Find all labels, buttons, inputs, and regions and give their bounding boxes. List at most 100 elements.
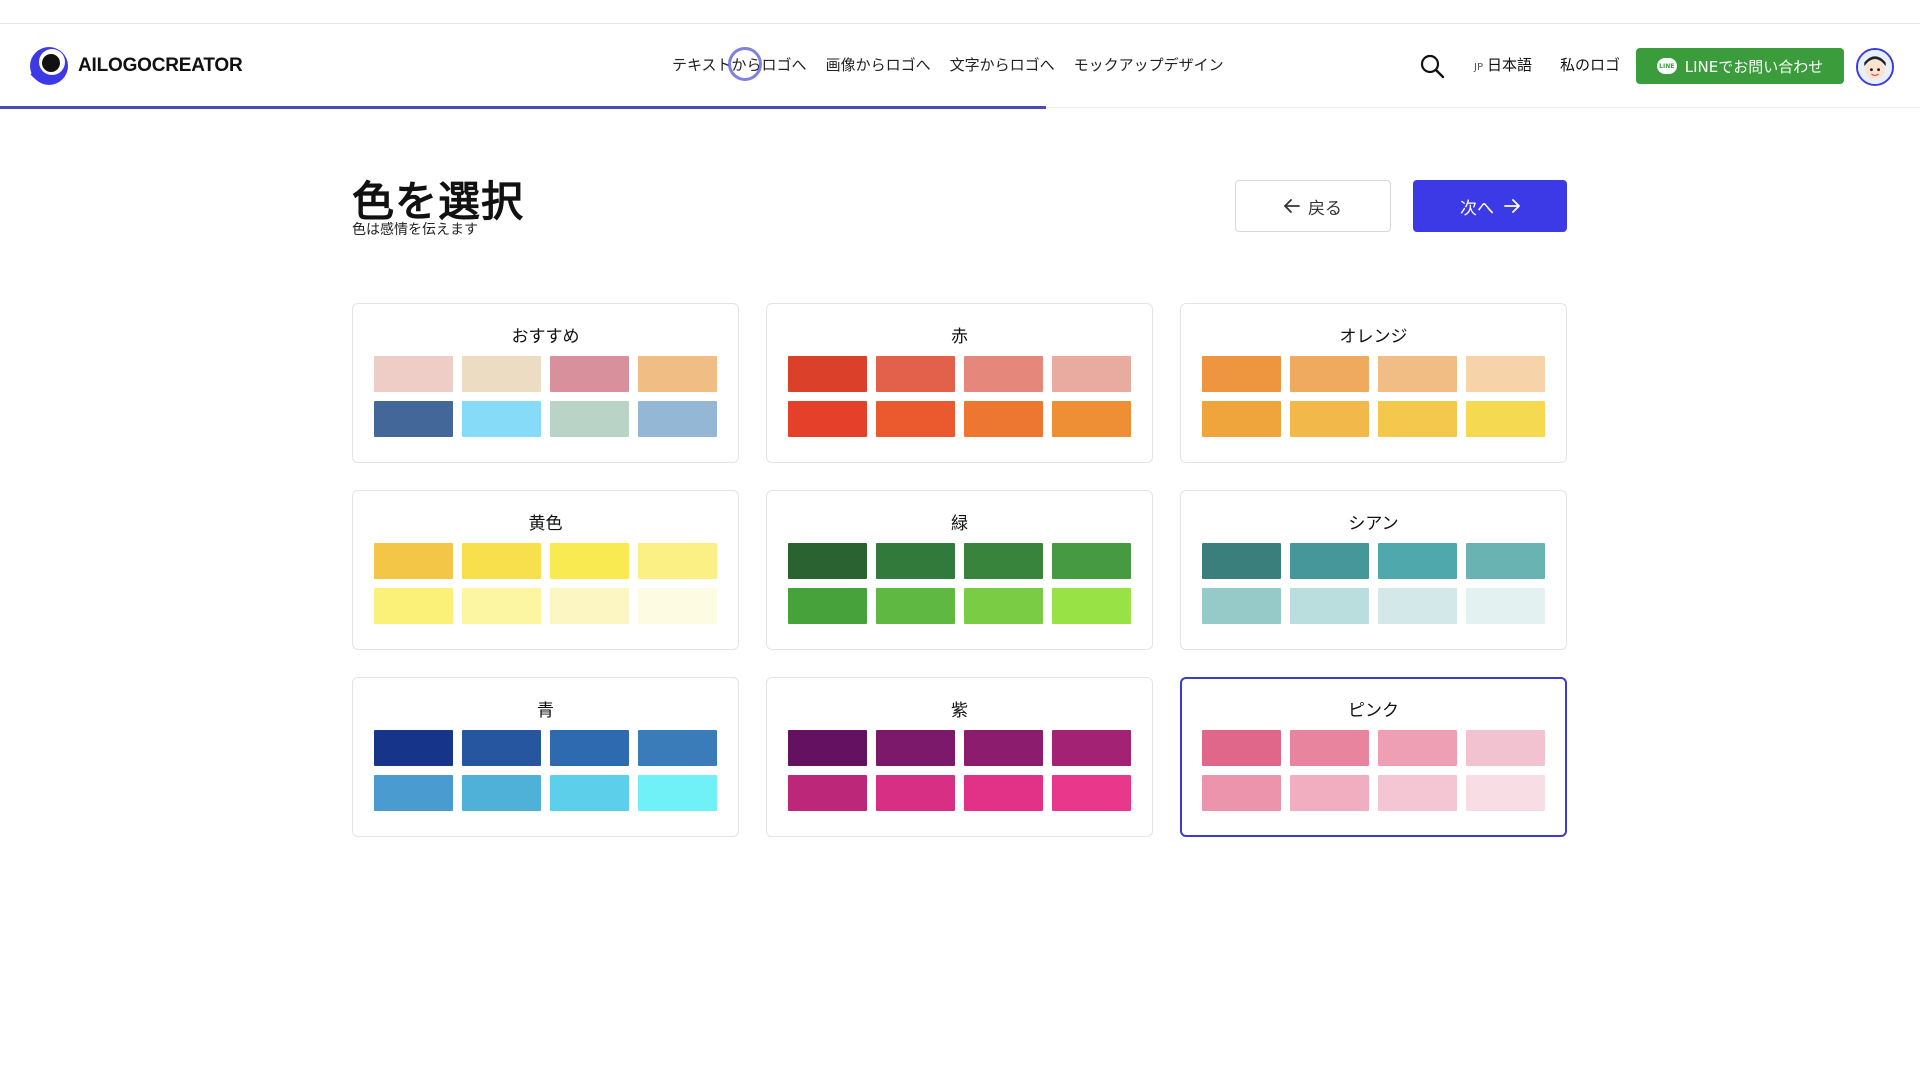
color-swatch — [876, 730, 955, 766]
language-switcher[interactable]: JP 日本語 — [1474, 54, 1532, 75]
color-swatch — [1378, 730, 1457, 766]
palette-swatches — [1202, 730, 1545, 811]
color-swatch — [964, 588, 1043, 624]
color-swatch — [374, 401, 453, 437]
palette-swatches — [374, 543, 717, 624]
color-swatch — [638, 543, 717, 579]
palette-card[interactable]: 赤 — [766, 303, 1153, 463]
palette-card[interactable]: 緑 — [766, 490, 1153, 650]
color-swatch — [788, 356, 867, 392]
color-swatch — [374, 775, 453, 811]
color-swatch — [964, 356, 1043, 392]
color-swatch — [462, 775, 541, 811]
color-swatch — [1378, 401, 1457, 437]
color-swatch — [1202, 588, 1281, 624]
color-swatch — [1202, 401, 1281, 437]
color-swatch — [1290, 775, 1369, 811]
palette-grid: おすすめ 赤 オレンジ黄色 緑 シアン青 紫 ピンク — [352, 303, 1567, 837]
site-logo[interactable]: AILOGOCREATOR — [26, 42, 243, 90]
palette-card-title: 赤 — [951, 327, 968, 347]
color-swatch — [1378, 543, 1457, 579]
nav-letter-to-logo[interactable]: 文字からロゴへ — [950, 54, 1055, 78]
palette-card[interactable]: シアン — [1180, 490, 1567, 650]
back-button-label: 戻る — [1308, 198, 1342, 219]
back-button[interactable]: 戻る — [1235, 180, 1391, 232]
language-code: JP — [1474, 62, 1483, 73]
color-swatch — [462, 401, 541, 437]
color-swatch — [1052, 356, 1131, 392]
color-swatch — [1378, 356, 1457, 392]
color-swatch — [964, 730, 1043, 766]
color-swatch — [462, 730, 541, 766]
color-swatch — [1466, 356, 1545, 392]
color-swatch — [638, 401, 717, 437]
color-swatch — [550, 775, 629, 811]
page-subtitle: 色は感情を伝えます — [352, 222, 478, 238]
palette-card[interactable]: 紫 — [766, 677, 1153, 837]
palette-card[interactable]: おすすめ — [352, 303, 739, 463]
palette-swatches — [374, 356, 717, 437]
color-swatch — [876, 588, 955, 624]
nav-image-to-logo[interactable]: 画像からロゴへ — [826, 54, 931, 78]
palette-card-title: オレンジ — [1339, 327, 1408, 347]
color-swatch — [638, 775, 717, 811]
palette-card-title: 青 — [537, 701, 554, 721]
color-swatch — [876, 356, 955, 392]
color-swatch — [964, 775, 1043, 811]
user-avatar[interactable] — [1856, 48, 1894, 86]
palette-card-title: ピンク — [1348, 701, 1399, 721]
color-swatch — [1202, 730, 1281, 766]
color-swatch — [1202, 775, 1281, 811]
color-swatch — [462, 356, 541, 392]
palette-swatches — [788, 730, 1131, 811]
color-swatch — [788, 775, 867, 811]
color-swatch — [550, 588, 629, 624]
color-swatch — [1202, 356, 1281, 392]
color-swatch — [1290, 543, 1369, 579]
palette-swatches — [1202, 543, 1545, 624]
color-swatch — [638, 356, 717, 392]
line-chat-icon: LINE — [1656, 58, 1677, 74]
color-swatch — [550, 401, 629, 437]
color-swatch — [374, 356, 453, 392]
palette-swatches — [788, 543, 1131, 624]
next-button[interactable]: 次へ — [1413, 180, 1567, 232]
color-swatch — [1378, 588, 1457, 624]
search-icon[interactable] — [1418, 52, 1446, 80]
palette-card[interactable]: 黄色 — [352, 490, 739, 650]
color-swatch — [550, 543, 629, 579]
color-swatch — [876, 775, 955, 811]
palette-card-title: 緑 — [951, 514, 968, 534]
palette-card[interactable]: 青 — [352, 677, 739, 837]
color-swatch — [1466, 543, 1545, 579]
line-contact-button[interactable]: LINE LINEでお問い合わせ — [1636, 48, 1844, 84]
next-button-label: 次へ — [1460, 198, 1494, 219]
arrow-right-icon — [1504, 199, 1520, 213]
color-swatch — [1052, 588, 1131, 624]
nav-mockup-design[interactable]: モックアップデザイン — [1074, 54, 1224, 78]
color-swatch — [374, 588, 453, 624]
color-swatch — [876, 401, 955, 437]
color-swatch — [1052, 730, 1131, 766]
palette-card-title: シアン — [1348, 514, 1399, 534]
color-swatch — [1290, 730, 1369, 766]
color-swatch — [964, 401, 1043, 437]
color-swatch — [1466, 730, 1545, 766]
color-swatch — [1466, 588, 1545, 624]
color-swatch — [788, 401, 867, 437]
arrow-left-icon — [1284, 199, 1300, 213]
color-swatch — [374, 543, 453, 579]
site-header: AILOGOCREATOR テキストからロゴへ 画像からロゴへ 文字からロゴへ … — [0, 24, 1920, 108]
logo-text: AILOGOCREATOR — [78, 55, 243, 76]
palette-card-title: 黄色 — [528, 514, 563, 534]
color-swatch — [788, 543, 867, 579]
palette-card[interactable]: オレンジ — [1180, 303, 1567, 463]
color-swatch — [788, 730, 867, 766]
color-swatch — [1052, 401, 1131, 437]
logo-mark-icon — [30, 47, 68, 85]
color-swatch — [876, 543, 955, 579]
my-logos-link[interactable]: 私のロゴ — [1560, 54, 1620, 75]
palette-card[interactable]: ピンク — [1180, 677, 1567, 837]
color-swatch — [462, 588, 541, 624]
color-swatch — [1466, 401, 1545, 437]
